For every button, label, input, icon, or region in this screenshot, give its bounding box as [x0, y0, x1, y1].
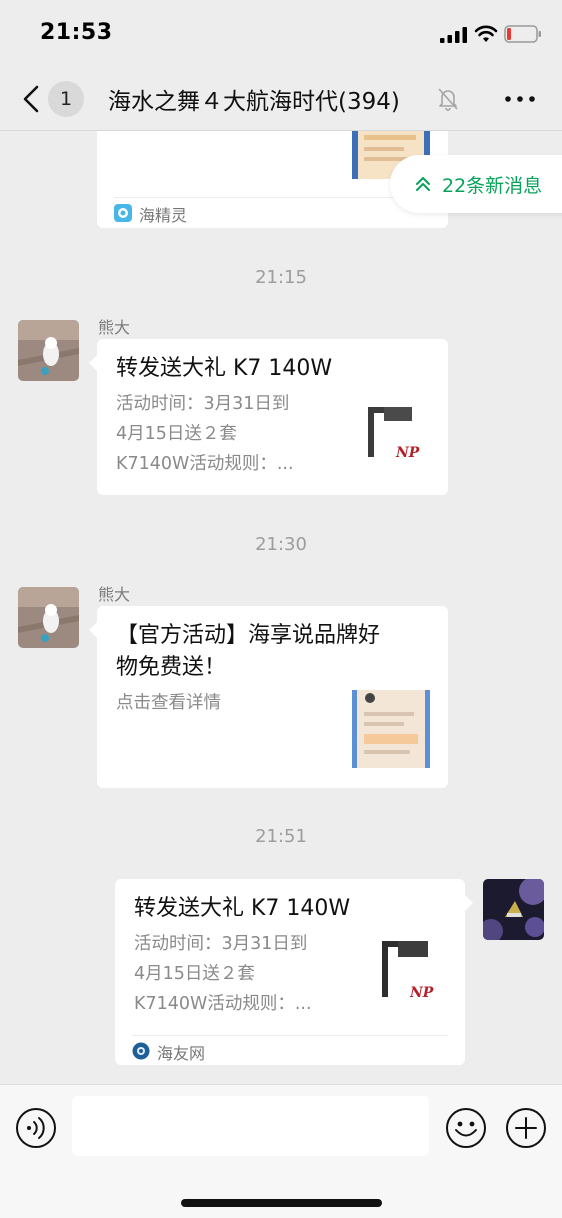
card-description-line: 活动时间：3月31日到 [116, 394, 290, 414]
card-description-line: K7140W活动规则：... [116, 454, 294, 474]
status-time: 21:53 [40, 20, 113, 45]
mute-notification-icon [438, 88, 458, 111]
chat-header: 1 海水之舞４大航海时代(394) [0, 68, 562, 130]
input-bar [0, 1084, 562, 1218]
card-title: 转发送大礼 K7 140W [134, 896, 351, 921]
card-description-line: K7140W活动规则：... [134, 994, 312, 1014]
add-attachment-icon[interactable] [505, 1107, 547, 1149]
sea-sprite-app-icon [114, 204, 132, 222]
status-bar: 21:53 [0, 0, 562, 68]
home-indicator [181, 1199, 382, 1207]
brand-logo-text: NP [409, 985, 434, 1001]
message-timestamp: 21:15 [255, 267, 307, 288]
card-description: 点击查看详情 [116, 693, 221, 713]
link-card[interactable]: 【官方活动】海享说品牌好 物免费送！ 点击查看详情 [89, 606, 448, 788]
message-input[interactable] [72, 1096, 429, 1156]
cellular-signal-icon [440, 27, 467, 43]
more-options-icon[interactable] [503, 86, 537, 112]
brand-logo-text: NP [395, 445, 420, 461]
chat-title: 海水之舞４大航海时代(394) [108, 89, 400, 115]
card-description-line: 4月15日送２套 [116, 424, 237, 444]
avatar[interactable] [18, 587, 79, 648]
card-thumbnail: NP [352, 395, 430, 473]
card-title-line: 【官方活动】海享说品牌好 [116, 623, 381, 648]
sender-name: 熊大 [98, 585, 131, 604]
card-source: 海友网 [132, 1035, 448, 1065]
card-thumbnail: NP [370, 935, 448, 1013]
haiyou-app-icon [132, 1042, 150, 1060]
link-card-self[interactable]: 转发送大礼 K7 140W 活动时间：3月31日到 4月15日送２套 K7140… [115, 879, 473, 1065]
battery-icon [504, 25, 541, 43]
card-description-line: 活动时间：3月31日到 [134, 934, 308, 954]
message-timestamp: 21:51 [255, 826, 307, 847]
card-source-label: 海友网 [157, 1044, 206, 1063]
card-description-line: 4月15日送２套 [134, 964, 255, 984]
card-thumbnail [352, 690, 430, 768]
link-card[interactable]: 转发送大礼 K7 140W 活动时间：3月31日到 4月15日送２套 K7140… [89, 339, 448, 495]
double-chevron-up-icon [416, 177, 430, 191]
new-messages-button[interactable]: 22条新消息 [390, 155, 562, 213]
voice-input-icon[interactable] [15, 1107, 57, 1149]
new-messages-label: 22条新消息 [442, 175, 543, 197]
card-source-label: 海精灵 [139, 206, 188, 225]
my-avatar[interactable] [483, 879, 544, 940]
card-source: 海精灵 [114, 197, 431, 227]
message-timestamp: 21:30 [255, 534, 307, 555]
avatar[interactable] [18, 320, 79, 381]
wifi-icon [474, 25, 498, 42]
sender-name: 熊大 [98, 318, 131, 337]
unread-count-badge[interactable]: 1 [48, 81, 84, 117]
emoji-icon[interactable] [445, 1107, 487, 1149]
card-title-line: 物免费送！ [116, 655, 227, 680]
back-chevron-icon[interactable] [18, 84, 44, 114]
message-list[interactable]: 海精灵 22条新消息 21:15 熊大 转发送大礼 K7 140W 活动时间：3… [0, 131, 562, 1084]
card-title: 转发送大礼 K7 140W [116, 356, 333, 381]
